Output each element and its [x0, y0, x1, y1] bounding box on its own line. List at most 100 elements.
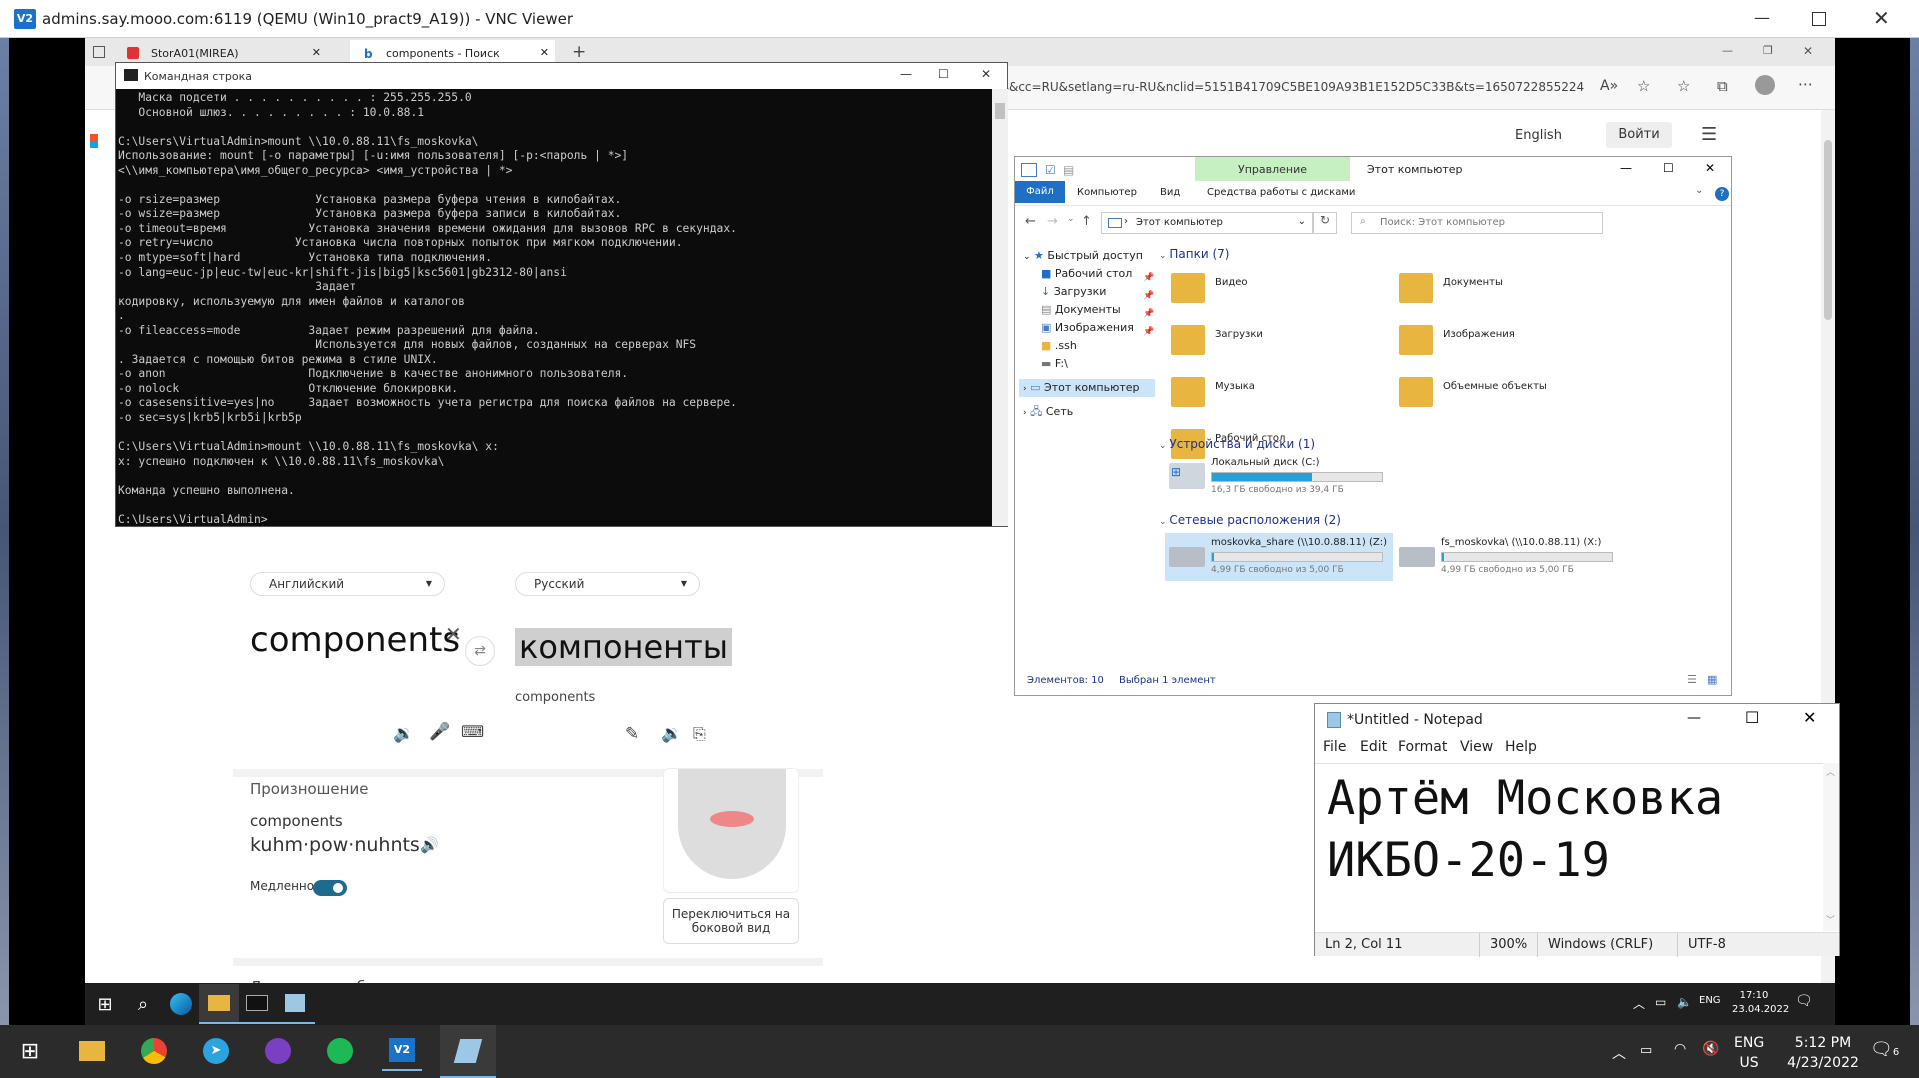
edge-icon[interactable] [161, 984, 201, 1024]
wifi-icon[interactable]: ◠ [1674, 1041, 1686, 1057]
github-icon[interactable] [258, 1031, 298, 1071]
vm-lang[interactable]: ENG [1699, 995, 1721, 1006]
chevron-down-icon[interactable]: ⌄ [1298, 216, 1306, 227]
address-field[interactable]: › Этот компьютер ⌄ [1101, 212, 1313, 234]
edit-icon[interactable]: ✎ [625, 724, 639, 744]
clear-icon[interactable]: ✕ [445, 622, 462, 646]
tray-chevron-icon[interactable]: ︿ [1633, 995, 1645, 1012]
maximize-icon[interactable]: ☐ [1745, 708, 1759, 727]
network-icon[interactable]: ▭ [1655, 995, 1666, 1009]
input-language[interactable]: ENG US [1734, 1033, 1764, 1073]
share-x[interactable]: fs_moskovka\ (\\10.0.88.11) (X:) 4,99 ГБ… [1395, 533, 1623, 581]
ribbon-tab-disk-tools[interactable]: Средства работы с дисками [1207, 187, 1355, 198]
scroll-thumb[interactable] [995, 103, 1005, 119]
favorites-icon[interactable]: ☆ [1677, 77, 1690, 95]
folder-item[interactable]: Загрузки [1171, 321, 1391, 365]
url-field[interactable]: ts&cc=RU&setlang=ru-RU&nclid=5151B41709C… [998, 80, 1584, 94]
nav-network[interactable]: › 🖧 Сеть [1023, 403, 1073, 421]
chrome-icon[interactable] [134, 1031, 174, 1071]
source-language-select[interactable]: Английский ▼ [250, 572, 445, 596]
ribbon-tab-view[interactable]: Вид [1160, 187, 1180, 198]
slow-toggle[interactable] [313, 880, 347, 896]
volume-mute-icon[interactable]: 🔇 [1702, 1041, 1719, 1057]
scroll-thumb[interactable] [1824, 140, 1832, 320]
nav-item-desktop[interactable]: ■ Рабочий стол [1041, 267, 1132, 285]
cmd-scrollbar[interactable] [992, 89, 1008, 526]
read-aloud-icon[interactable]: A» [1600, 78, 1618, 94]
maximize-icon[interactable]: ☐ [938, 67, 949, 81]
copy-icon[interactable]: ⎘ [693, 724, 706, 744]
close-icon[interactable]: ✕ [1803, 708, 1816, 727]
up-icon[interactable]: ↑ [1081, 214, 1092, 229]
close-icon[interactable]: ✕ [981, 67, 991, 81]
ribbon-manage[interactable]: Управление [1195, 157, 1350, 181]
tab-close-icon[interactable]: ✕ [312, 46, 321, 59]
close-icon[interactable]: ✕ [1705, 161, 1715, 175]
side-view-button[interactable]: Переключиться на боковой вид [663, 898, 799, 944]
swap-languages-icon[interactable]: ⇄ [465, 636, 495, 666]
volume-icon[interactable]: 🔈 [1677, 995, 1692, 1009]
chevron-down-icon[interactable]: ⌄ [1695, 185, 1703, 196]
more-icon[interactable]: ⋯ [1798, 75, 1813, 93]
network-header[interactable]: ⌄ Сетевые расположения (2) [1159, 513, 1341, 527]
folders-header[interactable]: ⌄ Папки (7) [1159, 247, 1230, 261]
menu-file[interactable]: File [1323, 739, 1346, 755]
notepad-text-area[interactable]: Артём Московка ИКБО-20-19 [1315, 763, 1823, 931]
collections-icon[interactable]: ⧉ [1717, 77, 1728, 95]
host-clock[interactable]: 5:12 PM 4/23/2022 [1778, 1033, 1868, 1073]
login-button[interactable]: Войти [1606, 122, 1672, 148]
close-icon[interactable]: ✕ [1803, 44, 1813, 58]
spotify-icon[interactable] [320, 1031, 360, 1071]
favorite-icon[interactable]: ☆ [1637, 77, 1650, 95]
menu-format[interactable]: Format [1398, 739, 1447, 755]
tiles-view-icon[interactable]: ▦ [1707, 673, 1717, 686]
folder-item[interactable]: Музыка [1171, 373, 1391, 417]
minimize-icon[interactable]: — [1620, 161, 1632, 175]
local-disk-c[interactable]: ⊞ Локальный диск (C:) 16,3 ГБ свободно и… [1169, 457, 1389, 497]
vm-clock[interactable]: 17:10 23.04.2022 [1732, 989, 1789, 1017]
menu-icon[interactable]: ☰ [1701, 124, 1717, 145]
battery-icon[interactable]: ▭ [1640, 1043, 1652, 1058]
help-icon[interactable]: ? [1715, 187, 1729, 201]
windows-start-icon[interactable]: ⊞ [10, 1031, 50, 1071]
refresh-icon[interactable]: ↻ [1313, 212, 1337, 234]
search-input[interactable]: ⌕ Поиск: Этот компьютер [1351, 212, 1603, 234]
speaker-icon[interactable]: 🔊 [420, 836, 439, 854]
ribbon-tab-file[interactable]: Файл [1015, 181, 1065, 203]
notification-icon[interactable]: 🗨 [1795, 993, 1813, 1009]
minimize-icon[interactable]: — [1722, 44, 1733, 57]
telegram-icon[interactable]: ➤ [196, 1031, 236, 1071]
notepad-icon[interactable] [275, 984, 315, 1024]
properties-icon[interactable]: ☑ [1045, 163, 1056, 177]
keyboard-icon[interactable]: ⌨ [461, 722, 484, 741]
nav-item-pictures[interactable]: ▣ Изображения [1041, 321, 1134, 339]
new-tab-icon[interactable]: + [572, 42, 586, 62]
source-text[interactable]: components [250, 620, 460, 660]
maximize-icon[interactable]: ☐ [1663, 161, 1674, 175]
speaker-icon[interactable]: 🔉 [393, 724, 414, 744]
maximize-icon[interactable] [1812, 12, 1826, 26]
menu-view[interactable]: View [1460, 739, 1493, 755]
nav-item-ssh[interactable]: ■ .ssh [1041, 339, 1077, 357]
action-center-icon[interactable]: 🗨6 [1870, 1039, 1899, 1060]
forward-icon[interactable]: → [1047, 214, 1058, 229]
recent-icon[interactable]: ⌄ [1067, 214, 1075, 224]
minimize-icon[interactable]: — [900, 67, 912, 81]
minimize-icon[interactable]: — [1754, 8, 1770, 27]
ribbon-tab-computer[interactable]: Компьютер [1077, 187, 1137, 198]
share-z[interactable]: moskovka_share (\\10.0.88.11) (Z:) 4,99 … [1165, 533, 1393, 581]
notepad-taskbar-icon[interactable] [440, 1025, 496, 1078]
cmd-output[interactable]: Маска подсети . . . . . . . . . . : 255.… [116, 89, 991, 528]
notepad-scrollbar[interactable]: ︿ ﹀ [1823, 763, 1839, 931]
menu-help[interactable]: Help [1505, 739, 1537, 755]
folder-item[interactable]: Видео [1171, 269, 1391, 313]
folder-item[interactable]: Документы [1399, 269, 1619, 313]
speaker-icon[interactable]: 🔉 [661, 724, 682, 744]
vnc-viewer-icon[interactable]: V2 [382, 1031, 422, 1071]
close-icon[interactable]: ✕ [1873, 6, 1890, 30]
tab-actions-icon[interactable] [93, 46, 105, 58]
new-folder-icon[interactable]: ▤ [1063, 163, 1074, 177]
tab-close-icon[interactable]: ✕ [540, 46, 549, 59]
nav-item-f-drive[interactable]: ▬ F:\ [1041, 357, 1068, 375]
profile-avatar[interactable] [1755, 75, 1775, 95]
